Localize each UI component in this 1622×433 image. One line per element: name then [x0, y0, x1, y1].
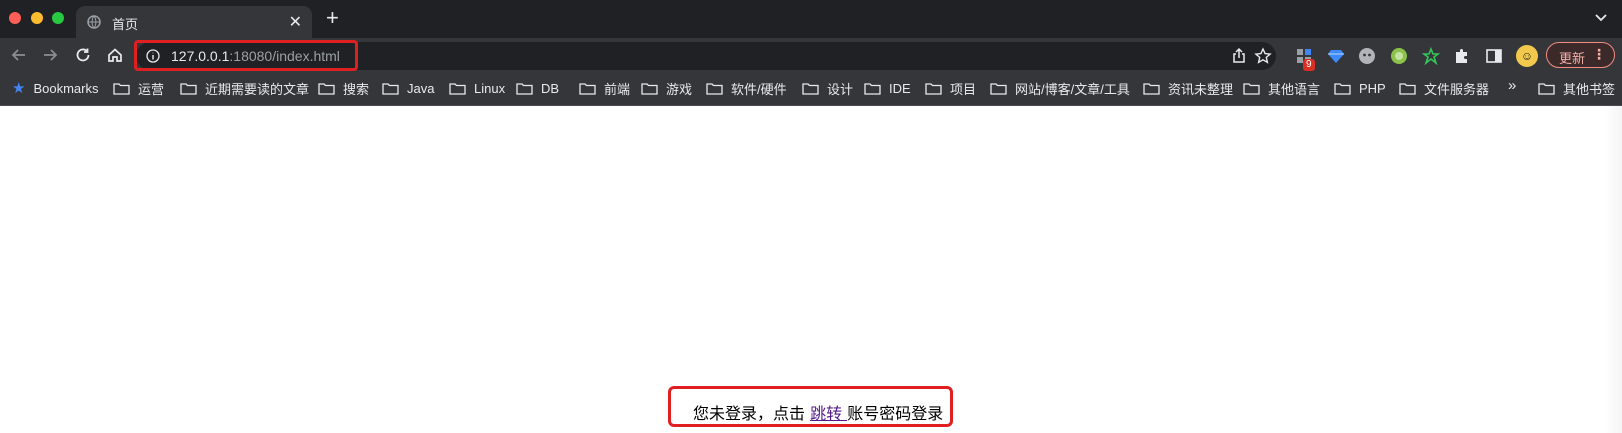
bookmark-folder-16[interactable]: 文件服务器	[1399, 79, 1489, 97]
bookmark-folder-label: 网站/博客/文章/工具	[1015, 81, 1130, 97]
folder-icon	[382, 82, 399, 95]
bookmark-folder-13[interactable]: 资讯未整理	[1143, 79, 1233, 97]
chevron-down-icon[interactable]	[1594, 10, 1608, 24]
tab-strip: 首页 ✕ +	[0, 0, 1622, 38]
reload-icon[interactable]	[74, 46, 92, 64]
folder-icon	[641, 82, 658, 95]
bookmark-folder-label: IDE	[889, 80, 911, 96]
puzzle-extensions-icon[interactable]	[1453, 47, 1471, 65]
tab-home[interactable]: 首页 ✕	[76, 6, 312, 38]
minimize-window-button[interactable]	[31, 12, 43, 24]
bookmark-folder-label: 软件/硬件	[731, 81, 787, 97]
close-tab-icon[interactable]: ✕	[289, 12, 302, 32]
bookmark-folder-label: DB	[541, 80, 560, 96]
ghost-extension-icon[interactable]	[1358, 47, 1376, 65]
bookmark-folder-label: PHP	[1359, 80, 1386, 96]
bookmarks-overflow-chevron[interactable]: »	[1508, 77, 1516, 94]
bug-extension-icon[interactable]	[1422, 47, 1440, 65]
bookmark-folder-label: 搜索	[343, 81, 370, 97]
bookmark-folder-4[interactable]: Linux	[449, 79, 505, 97]
folder-icon	[864, 82, 881, 95]
home-icon[interactable]	[106, 46, 124, 64]
folder-icon	[1399, 82, 1416, 95]
folder-icon	[706, 82, 723, 95]
update-button[interactable]: 更新 ⋮	[1546, 42, 1615, 68]
close-window-button[interactable]	[9, 12, 21, 24]
folder-icon	[990, 82, 1007, 95]
folder-icon	[449, 82, 466, 95]
bookmark-folder-0[interactable]: 运营	[113, 79, 164, 97]
bookmark-folder-10[interactable]: IDE	[864, 79, 911, 97]
profile-avatar[interactable]: ☺	[1516, 45, 1538, 67]
bookmark-folder-15[interactable]: PHP	[1334, 79, 1386, 97]
bookmarks-label: Bookmarks	[33, 80, 99, 96]
folder-icon	[1243, 82, 1260, 95]
bookmark-folder-3[interactable]: Java	[382, 79, 434, 97]
folder-icon	[925, 82, 942, 95]
bookmark-folder-label: 运营	[138, 81, 165, 97]
bookmarks-bar: ★ Bookmarks » 其他书签 运营 近期需要读的文章 搜索 Java Linux…	[0, 72, 1622, 106]
extension-badge: 9	[1303, 59, 1315, 71]
back-arrow-icon[interactable]	[10, 46, 28, 64]
star-icon: ★	[12, 80, 26, 97]
bookmark-folder-label: 资讯未整理	[1168, 81, 1234, 97]
folder-icon	[180, 82, 197, 95]
folder-icon	[113, 82, 130, 95]
bookmark-other[interactable]: 其他书签	[1538, 79, 1615, 97]
bookmark-folder-label: 近期需要读的文章	[205, 81, 310, 97]
share-icon[interactable]	[1230, 47, 1248, 65]
forward-arrow-icon[interactable]	[41, 46, 59, 64]
side-panel-icon[interactable]	[1485, 47, 1503, 65]
bookmark-other-label: 其他书签	[1563, 81, 1616, 97]
folder-icon	[802, 82, 819, 95]
bookmark-folder-2[interactable]: 搜索	[318, 79, 369, 97]
gem-extension-icon[interactable]	[1327, 47, 1345, 65]
green-circle-extension-icon[interactable]	[1390, 47, 1408, 65]
bookmark-folder-12[interactable]: 网站/博客/文章/工具	[990, 79, 1130, 97]
bookmark-folder-8[interactable]: 软件/硬件	[706, 79, 787, 97]
menu-dots-icon[interactable]: ⋮	[1592, 46, 1606, 63]
tab-title: 首页	[112, 17, 139, 32]
bookmark-folder-label: Java	[407, 80, 435, 96]
folder-icon	[579, 82, 596, 95]
bookmark-folder-11[interactable]: 项目	[925, 79, 976, 97]
address-highlight-box	[134, 40, 358, 71]
bookmark-folder-label: 其他语言	[1268, 81, 1321, 97]
bookmark-folder-5[interactable]: DB	[516, 79, 559, 97]
folder-icon	[1334, 82, 1351, 95]
globe-icon	[87, 15, 101, 29]
bookmarks-apps[interactable]: ★ Bookmarks	[12, 79, 98, 97]
bookmark-folder-label: 游戏	[666, 81, 693, 97]
folder-icon	[1143, 82, 1160, 95]
folder-icon	[318, 82, 335, 95]
bookmark-folder-7[interactable]: 游戏	[641, 79, 692, 97]
bookmark-folder-label: Linux	[474, 80, 506, 96]
bookmark-folder-label: 设计	[827, 81, 854, 97]
bookmark-folder-6[interactable]: 前端	[579, 79, 630, 97]
scrollbar-track[interactable]	[1604, 106, 1622, 433]
login-highlight-box	[668, 386, 953, 427]
bookmark-star-icon[interactable]	[1254, 47, 1272, 65]
zoom-window-button[interactable]	[52, 12, 64, 24]
new-tab-button[interactable]: +	[326, 7, 339, 29]
bookmark-folder-14[interactable]: 其他语言	[1243, 79, 1320, 97]
bookmark-folder-9[interactable]: 设计	[802, 79, 853, 97]
folder-icon	[516, 82, 533, 95]
update-label: 更新	[1559, 51, 1586, 66]
folder-icon	[1538, 82, 1555, 95]
bookmark-folder-label: 前端	[604, 81, 631, 97]
bookmark-folder-label: 文件服务器	[1424, 81, 1490, 97]
page-content: 您未登录，点击 跳转 账号密码登录	[0, 106, 1622, 433]
bookmark-folder-label: 项目	[950, 81, 977, 97]
bookmark-folder-1[interactable]: 近期需要读的文章	[180, 79, 309, 97]
